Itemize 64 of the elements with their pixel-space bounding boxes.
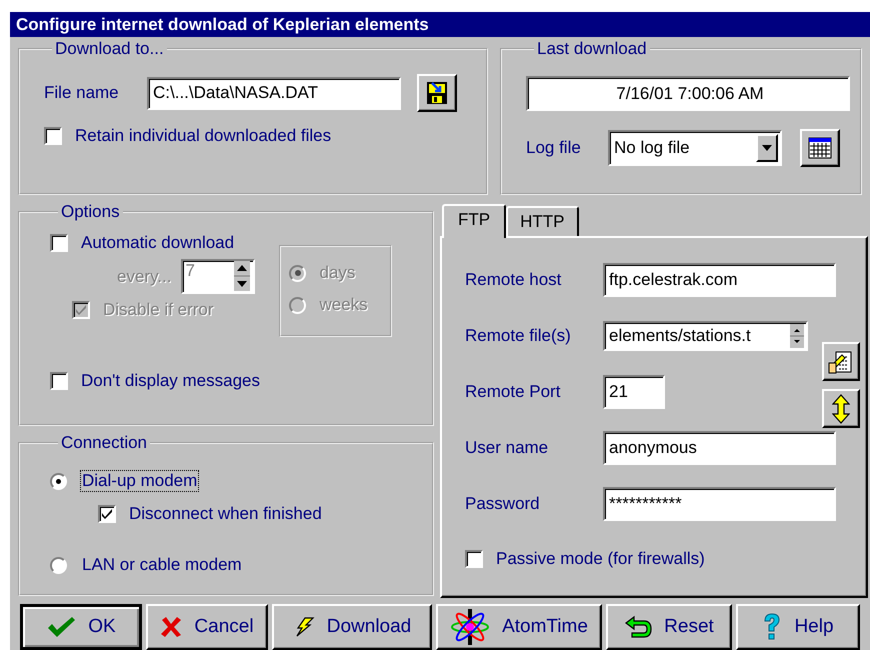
radio-button[interactable] [50, 556, 67, 574]
timestamp-field: 7/16/01 7:00:06 AM [526, 76, 850, 111]
dialog-button[interactable]: Cancel [146, 604, 268, 650]
radio-label: Dial-up modem [80, 470, 200, 492]
checkbox[interactable] [50, 234, 68, 252]
checkbox[interactable] [44, 127, 62, 145]
group-title: Download to... [54, 40, 165, 58]
dialog-button[interactable]: Reset [606, 604, 732, 650]
file-name-field[interactable]: C:\...\Data\NASA.DAT [147, 76, 401, 110]
atom-icon [450, 609, 490, 645]
checkbox-label: Retain individual downloaded files [75, 126, 332, 146]
question-mark-icon [762, 613, 782, 641]
checkbox-label: Passive mode (for firewalls) [496, 549, 705, 569]
input-field[interactable]: anonymous [603, 431, 836, 465]
field-label: Remote Port [465, 382, 562, 402]
group-title: Last download [536, 40, 648, 58]
dialog-button[interactable]: AtomTime [436, 604, 602, 650]
input-field[interactable]: *********** [603, 487, 836, 521]
field-label: Log file [526, 138, 582, 158]
checkmark-icon [75, 304, 87, 316]
window-title: Configure internet download of Keplerian elements [10, 12, 870, 37]
double-arrow-icon [832, 394, 850, 424]
field-label: File name [44, 83, 120, 103]
checkmark-icon [101, 508, 113, 520]
dialog-button[interactable]: Download [272, 604, 432, 650]
field-label: User name [465, 438, 550, 458]
swap-order-button[interactable] [822, 389, 860, 428]
tab[interactable]: HTTP [506, 206, 578, 236]
group-title: Connection [60, 434, 148, 452]
log-file-dropdown[interactable]: No log file [608, 130, 782, 166]
checkbox[interactable] [50, 372, 68, 390]
caret-down-icon [762, 145, 772, 151]
radio-label: weeks [319, 295, 368, 315]
field-label: Remote host [465, 270, 562, 290]
spin-arrows-icon [790, 324, 804, 348]
checkbox-label: Don't display messages [81, 371, 260, 391]
field-label: Remote file(s) [465, 326, 572, 346]
checkbox-label: Disconnect when finished [129, 504, 322, 524]
field-label: Password [465, 494, 541, 514]
radio-label: LAN or cable modem [81, 554, 243, 576]
checkbox[interactable] [98, 505, 116, 523]
return-arrow-icon [624, 615, 652, 639]
save-file-button[interactable] [417, 74, 457, 112]
calendar-button[interactable] [800, 129, 840, 167]
edit-file-list-button[interactable] [822, 342, 860, 381]
field-label: every... [117, 266, 172, 286]
document-edit-icon [828, 348, 854, 374]
dialog-button[interactable]: Help [736, 604, 860, 650]
group-title: Options [60, 203, 121, 221]
radio-label: days [319, 263, 356, 283]
checkbox[interactable] [465, 550, 483, 568]
check-icon [46, 615, 76, 639]
x-mark-icon [160, 616, 182, 638]
input-field[interactable]: elements/stations.t [603, 321, 808, 351]
tab[interactable]: FTP [442, 204, 506, 238]
radio-button[interactable] [50, 472, 67, 490]
checkbox-label: Disable if error [103, 300, 214, 320]
dialog-button[interactable]: OK [20, 604, 142, 650]
checkbox-label: Automatic download [81, 233, 234, 253]
input-field[interactable]: 21 [603, 375, 665, 409]
input-field[interactable]: ftp.celestrak.com [603, 263, 836, 297]
spin-arrows-icon [234, 261, 250, 291]
calendar-icon [808, 137, 832, 159]
dropdown-button[interactable] [756, 134, 778, 162]
